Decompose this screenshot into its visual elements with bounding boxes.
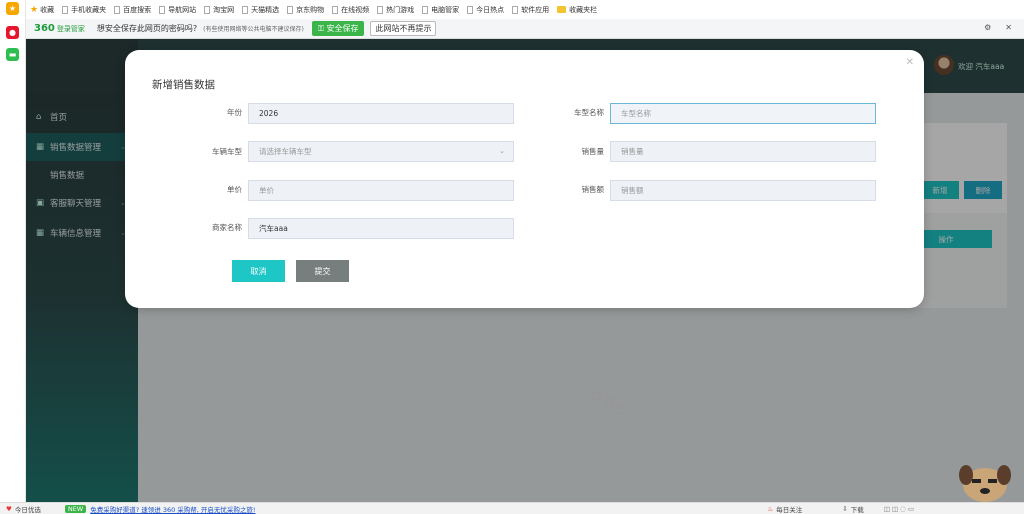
sales-amount-input[interactable]: 销售额 xyxy=(610,180,876,201)
bookmark-item[interactable]: 热门游戏 xyxy=(377,5,414,15)
merchant-field[interactable]: 汽车aaa xyxy=(248,218,514,239)
sales-qty-label: 销售量 xyxy=(581,147,605,156)
fire-icon: ♨ xyxy=(767,504,774,513)
star-icon: ★ xyxy=(30,4,39,15)
page-icon xyxy=(287,5,294,14)
bookmark-favorites[interactable]: ★ 收藏 xyxy=(30,5,54,15)
bookmark-item[interactable]: 淘宝网 xyxy=(204,5,234,15)
bookmark-item[interactable]: 京东购物 xyxy=(287,5,324,15)
bookmark-item[interactable]: 手机收藏夹 xyxy=(62,5,106,15)
page-icon xyxy=(332,5,339,14)
bookmark-item[interactable]: 百度搜索 xyxy=(114,5,151,15)
unit-price-label: 单价 xyxy=(227,185,242,194)
add-sales-dialog: 新增销售数据 ✕ 年份 2026 车型名称 车型名称 车辆车型 请选择车辆车型 ⌄… xyxy=(125,50,924,308)
page-icon xyxy=(422,5,429,14)
logo-360: 360 xyxy=(34,23,55,34)
page-icon xyxy=(62,5,69,14)
page-icon xyxy=(242,5,249,14)
password-save-bar: 360 登录管家 想安全保存此网页的密码吗? (有些使用网络等公共电脑不建议保存… xyxy=(26,19,1024,39)
folder-icon xyxy=(557,6,567,13)
bookmark-item[interactable]: 电脑管家 xyxy=(422,5,459,15)
merchant-label: 商家名称 xyxy=(212,223,242,232)
new-badge: NEW xyxy=(64,504,87,513)
promo-link[interactable]: 免费采购好渠道? 速领进 360 采购帮, 开启无忧采购之旅! xyxy=(90,504,255,514)
car-name-input[interactable]: 车型名称 xyxy=(610,103,876,124)
tray-icons: ◫ ◫ ◌ ▭ xyxy=(883,504,914,513)
dialog-title: 新增销售数据 xyxy=(152,79,215,91)
download-link[interactable]: 下载 xyxy=(851,504,864,514)
bookmark-item[interactable]: 软件应用 xyxy=(512,5,549,15)
car-type-label: 车辆车型 xyxy=(212,147,242,156)
page-icon xyxy=(114,5,121,14)
page-icon xyxy=(159,5,166,14)
page-icon xyxy=(467,5,474,14)
password-question: 想安全保存此网页的密码吗? xyxy=(96,24,198,33)
heart-icon: ♥ xyxy=(6,504,12,513)
today-picks-link[interactable]: 今日优选 xyxy=(15,504,41,514)
download-icon: ⇩ xyxy=(842,504,848,513)
car-name-label: 车型名称 xyxy=(574,108,604,117)
settings-icon[interactable]: ⚙ xyxy=(984,23,991,32)
submit-button[interactable]: 提交 xyxy=(296,260,349,282)
year-field[interactable]: 2026 xyxy=(248,103,514,124)
cancel-button[interactable]: 取消 xyxy=(232,260,285,282)
browser-status-bar: ♥ 今日优选 NEW 免费采购好渠道? 速领进 360 采购帮, 开启无忧采购之… xyxy=(0,502,1024,514)
daily-attention-link[interactable]: 每日关注 xyxy=(776,504,802,514)
never-prompt-button[interactable]: 此网站不再提示 xyxy=(370,21,437,36)
star-icon[interactable]: ★ xyxy=(6,2,19,15)
bookmark-folder[interactable]: 收藏夹栏 xyxy=(557,5,597,15)
bookmark-item[interactable]: 今日热点 xyxy=(467,5,504,15)
sales-amount-label: 销售额 xyxy=(581,185,605,194)
sales-qty-input[interactable]: 销售量 xyxy=(610,141,876,162)
bookmark-item[interactable]: 在线视频 xyxy=(332,5,369,15)
close-icon[interactable]: ✕ xyxy=(906,57,914,68)
car-type-select[interactable]: 请选择车辆车型 ⌄ xyxy=(248,141,514,162)
password-note: (有些使用网络等公共电脑不建议保存) xyxy=(203,26,304,33)
chevron-down-icon: ⌄ xyxy=(499,147,505,155)
weibo-icon[interactable]: ● xyxy=(6,26,19,39)
bookmark-bar: ★ 收藏 手机收藏夹 百度搜索 导航网站 淘宝网 天猫精选 京东购物 在线视频 热… xyxy=(26,0,1024,19)
page-icon xyxy=(204,5,211,14)
safe-save-button[interactable]: ⚿ 安全保存 xyxy=(311,21,365,36)
page-icon xyxy=(512,5,519,14)
message-icon[interactable]: ▬ xyxy=(6,48,19,61)
mascot-dog-image xyxy=(959,465,1011,502)
browser-side-rail: ★ ● ▬ xyxy=(0,0,26,502)
year-label: 年份 xyxy=(227,108,242,117)
page-icon xyxy=(377,5,384,14)
bookmark-item[interactable]: 导航网站 xyxy=(159,5,196,15)
bookmark-item[interactable]: 天猫精选 xyxy=(242,5,279,15)
unit-price-input[interactable]: 单价 xyxy=(248,180,514,201)
close-icon[interactable]: ✕ xyxy=(1005,23,1012,32)
logo-subtitle: 登录管家 xyxy=(56,24,85,33)
password-bar-tools: ⚙ ✕ xyxy=(984,23,1012,32)
